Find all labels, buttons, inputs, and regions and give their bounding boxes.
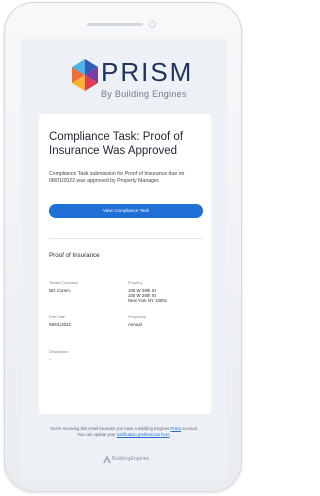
- prism-logo-icon: [72, 59, 98, 91]
- section-title: Proof of Insurance: [49, 252, 100, 259]
- footer-text: You're receiving this email because you …: [49, 426, 171, 431]
- footer-note: You're receiving this email because you …: [31, 426, 217, 437]
- email-description: Compliance Task submission for Proof of …: [49, 171, 185, 184]
- frequency-label: Frequency: [128, 315, 146, 319]
- description-label: Description: [49, 350, 68, 354]
- building-engines-logo-icon: [103, 455, 111, 463]
- email-header: PRISM By Building Engines: [21, 39, 227, 114]
- footer-text: You can update your: [77, 431, 117, 437]
- footer-text: account.: [181, 426, 199, 431]
- camera-dot: [149, 21, 156, 28]
- footer-brand: BuildingEngines: [112, 456, 150, 462]
- notification-preferences-link[interactable]: notification preferences here: [117, 432, 170, 437]
- description-value: -: [49, 357, 51, 362]
- frequency-value: Annual: [128, 322, 142, 327]
- phone-frame: PRISM By Building Engines Compliance Tas…: [4, 2, 242, 492]
- footer-text: .: [169, 431, 171, 437]
- due-date-label: Due Date: [49, 315, 66, 319]
- property-line-3: New York NY 10001: [128, 298, 168, 303]
- view-compliance-task-button[interactable]: View Compliance Task: [49, 204, 203, 218]
- email-title: Compliance Task: Proof of Insurance Was …: [49, 131, 184, 157]
- tenant-company-label: Tenant Company: [49, 281, 78, 285]
- speaker-slot: [87, 23, 143, 26]
- brand-name: PRISM: [101, 57, 194, 87]
- divider: [49, 238, 203, 239]
- email-screen: PRISM By Building Engines Compliance Tas…: [21, 39, 227, 479]
- tenant-company-value: NG Comm.: [49, 288, 71, 293]
- due-date-value: 08/01/2022: [49, 322, 71, 327]
- property-label: Property: [128, 281, 143, 285]
- email-card: Compliance Task: Proof of Insurance Was …: [39, 114, 211, 414]
- prism-link[interactable]: Prism: [170, 426, 181, 431]
- brand-byline: By Building Engines: [101, 89, 187, 99]
